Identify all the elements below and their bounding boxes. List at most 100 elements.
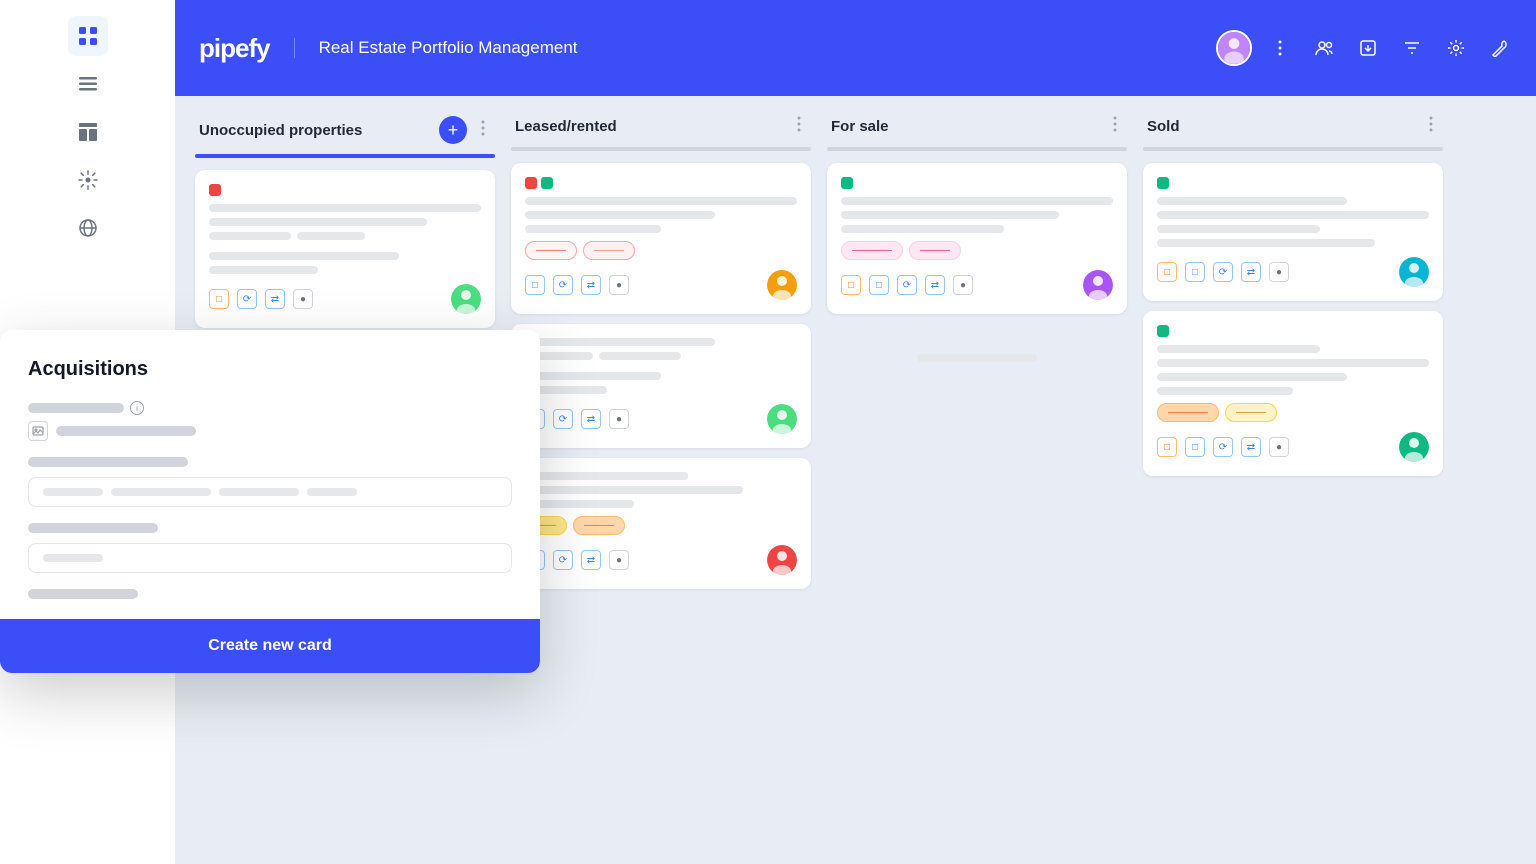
card-action-icon[interactable]: ⟳	[1213, 437, 1233, 457]
column-title-leased: Leased/rented	[515, 118, 783, 135]
card-action-icon[interactable]: ⟳	[553, 409, 573, 429]
card-action-icon[interactable]: ⇄	[265, 289, 285, 309]
sidebar-item-table[interactable]	[68, 112, 108, 152]
filter-icon[interactable]	[1396, 32, 1428, 64]
card-action-icon[interactable]: ⟳	[897, 275, 917, 295]
card-sold-2[interactable]: ———— ——— □ □ ⟳ ⇄ ●	[1143, 311, 1443, 476]
field-input-3[interactable]	[28, 543, 512, 573]
field-input-2[interactable]	[28, 477, 512, 507]
card-line	[841, 197, 1113, 205]
card-action-icon[interactable]: ⇄	[1241, 262, 1261, 282]
card-action-icon[interactable]: □	[869, 275, 889, 295]
card-action-icon[interactable]: □	[209, 289, 229, 309]
card-action-icon[interactable]: □	[1185, 262, 1205, 282]
card-badges: ———— ———	[1157, 403, 1429, 422]
card-line	[1157, 197, 1347, 205]
sidebar-item-globe[interactable]	[68, 208, 108, 248]
tag-red	[209, 184, 221, 196]
card-icons: □ ⟳ ⇄ ●	[525, 275, 629, 295]
card-action-icon[interactable]: □	[1157, 437, 1177, 457]
image-upload-icon[interactable]	[28, 421, 48, 441]
column-menu-sold[interactable]	[1423, 116, 1439, 137]
card-avatar	[1083, 270, 1113, 300]
card-tags	[525, 177, 797, 189]
more-fields-label	[28, 589, 138, 599]
card-line	[1157, 345, 1320, 353]
modal-footer[interactable]: Create new card	[0, 619, 540, 673]
card-action-icon[interactable]: ●	[1269, 437, 1289, 457]
card-action-icon[interactable]: ⟳	[553, 275, 573, 295]
settings-icon[interactable]	[1440, 32, 1472, 64]
sidebar-item-list[interactable]	[68, 64, 108, 104]
column-title-sold: Sold	[1147, 118, 1415, 135]
info-icon[interactable]: i	[130, 401, 144, 415]
card-sold-1[interactable]: □ □ ⟳ ⇄ ●	[1143, 163, 1443, 301]
card-line	[209, 218, 427, 226]
header: pipefy Real Estate Portfolio Management	[175, 0, 1536, 96]
card-action-icon[interactable]: □	[1185, 437, 1205, 457]
card-badges: ———— ———	[841, 241, 1113, 260]
card-action-icon[interactable]: ●	[953, 275, 973, 295]
column-bar-sold	[1143, 147, 1443, 151]
card-icons: □ □ ⟳ ⇄ ●	[841, 275, 973, 295]
more-options-icon[interactable]	[1264, 32, 1296, 64]
card-footer: □ ⟳ ⇄ ●	[209, 284, 481, 314]
column-menu-leased[interactable]	[791, 116, 807, 137]
column-sold: Sold □ □	[1143, 116, 1443, 844]
card-action-icon[interactable]: ●	[1269, 262, 1289, 282]
column-menu-unoccupied[interactable]	[475, 120, 491, 141]
card-line	[1157, 211, 1429, 219]
card-action-icon[interactable]: ⟳	[553, 550, 573, 570]
card-action-icon[interactable]: □	[841, 275, 861, 295]
card-icons: □ ⟳ ⇄ ●	[525, 550, 629, 570]
card-action-icon[interactable]: ⟳	[1213, 262, 1233, 282]
card-tags	[209, 184, 481, 196]
user-avatar[interactable]	[1216, 30, 1252, 66]
placeholder-bit	[111, 488, 211, 496]
card-action-icon[interactable]: ●	[609, 409, 629, 429]
card-footer: □ □ ⟳ ⇄ ●	[841, 270, 1113, 300]
members-icon[interactable]	[1308, 32, 1340, 64]
card-action-icon[interactable]: ⇄	[1241, 437, 1261, 457]
card-avatar	[451, 284, 481, 314]
card-action-icon[interactable]: ●	[609, 550, 629, 570]
column-add-button-unoccupied[interactable]: +	[439, 116, 467, 144]
card-action-icon[interactable]: ⇄	[581, 550, 601, 570]
card-line	[209, 204, 481, 212]
create-card-button[interactable]: Create new card	[208, 637, 332, 655]
column-menu-for-sale[interactable]	[1107, 116, 1123, 137]
card-line	[525, 472, 688, 480]
empty-state-line	[917, 354, 1037, 362]
sidebar-item-grid[interactable]	[68, 16, 108, 56]
card-action-icon[interactable]: □	[525, 275, 545, 295]
badge-outline: ———	[583, 241, 635, 260]
card-avatar	[767, 545, 797, 575]
column-header-unoccupied: Unoccupied properties +	[195, 116, 495, 144]
card-action-icon[interactable]: ⇄	[925, 275, 945, 295]
card-footer: □ □ ⟳ ⇄ ●	[1157, 432, 1429, 462]
card-action-icon[interactable]: ●	[293, 289, 313, 309]
card-line	[209, 266, 318, 274]
card-leased-3[interactable]: —— ——— □ ⟳ ⇄ ●	[511, 458, 811, 589]
input-placeholder-content	[43, 488, 357, 496]
card-leased-2[interactable]: □ ⟳ ⇄ ●	[511, 324, 811, 448]
tag-green	[1157, 325, 1169, 337]
card-avatar	[767, 404, 797, 434]
card-leased-1[interactable]: ——— ——— □ ⟳ ⇄ ●	[511, 163, 811, 314]
field-section-label-3	[28, 523, 158, 533]
card-forsale-1[interactable]: ———— ——— □ □ ⟳ ⇄ ●	[827, 163, 1127, 314]
card-avatar	[1399, 432, 1429, 462]
card-action-icon[interactable]: ⟳	[237, 289, 257, 309]
card-footer: □ ⟳ ⇄ ●	[525, 270, 797, 300]
form-field-group-1: i	[28, 401, 512, 441]
card-line	[599, 352, 681, 360]
card-avatar	[767, 270, 797, 300]
card-action-icon[interactable]: ●	[609, 275, 629, 295]
card-action-icon[interactable]: ⇄	[581, 409, 601, 429]
import-icon[interactable]	[1352, 32, 1384, 64]
card-unoccupied-1[interactable]: □ ⟳ ⇄ ●	[195, 170, 495, 328]
card-action-icon[interactable]: □	[1157, 262, 1177, 282]
wrench-icon[interactable]	[1484, 32, 1516, 64]
sidebar-item-automation[interactable]	[68, 160, 108, 200]
card-action-icon[interactable]: ⇄	[581, 275, 601, 295]
